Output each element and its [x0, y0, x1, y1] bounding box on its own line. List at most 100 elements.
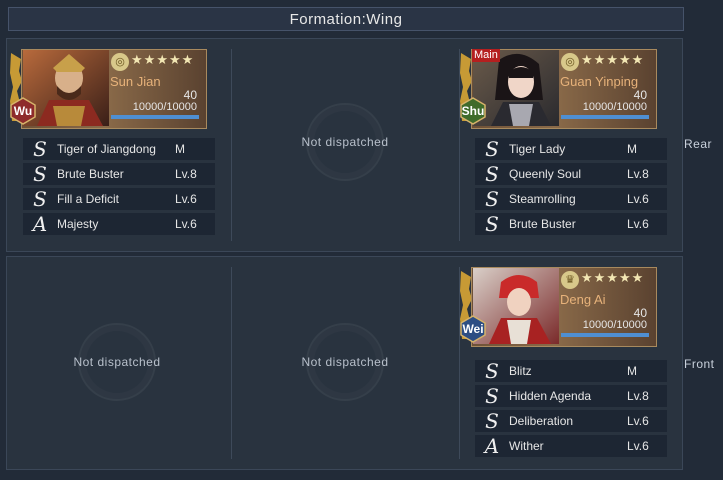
skill-grade: S: [33, 162, 47, 186]
star-rating: ★ ★ ★ ★ ★: [581, 53, 643, 67]
star-icon: ★: [606, 270, 618, 285]
general-level: 40: [633, 88, 647, 102]
skill-level: Lv.6: [175, 192, 197, 206]
row-label-front: Front: [684, 357, 715, 371]
general-level: 40: [633, 306, 647, 320]
skill-row[interactable]: S Fill a Deficit Lv.6: [23, 187, 215, 211]
troop-count: 10000/10000: [132, 101, 197, 113]
skill-level: Lv.8: [627, 167, 649, 181]
star-icon: ★: [581, 52, 593, 67]
main-badge: Main: [472, 49, 500, 62]
star-icon: ★: [593, 52, 606, 67]
rear-row-panel: Wu ◎ ★ ★ ★ ★ ★ Sun Jian 40 10000/10000 S Tige…: [6, 38, 683, 252]
star-icon: ★: [168, 52, 181, 67]
troop-count: 10000/10000: [582, 101, 647, 113]
slot-guan-yinping[interactable]: Main Shu ◎ ★ ★ ★ ★ ★ Guan Yinping 40 10000/1…: [459, 47, 679, 247]
skill-name: Queenly Soul: [509, 167, 582, 181]
troop-bar: [561, 333, 649, 337]
star-icon: ★: [593, 270, 606, 285]
troop-bar: [111, 115, 199, 119]
skill-grade: S: [33, 187, 47, 211]
skill-level: M: [627, 364, 637, 378]
star-icon: ★: [618, 270, 631, 285]
skill-grade: S: [485, 409, 499, 433]
skill-row[interactable]: S Queenly Soul Lv.8: [475, 162, 667, 186]
skill-list: S Tiger of Jiangdong M S Brute Buster Lv.8 S…: [23, 137, 215, 238]
faction-badge-wu: Wu: [9, 97, 37, 125]
general-name: Deng Ai: [560, 292, 606, 307]
slot-deng-ai[interactable]: Wei ♛ ★ ★ ★ ★ ★ Deng Ai 40 10000/10000 S Blit…: [459, 261, 679, 465]
skill-row[interactable]: S Tiger of Jiangdong M: [23, 137, 215, 161]
skill-grade: S: [485, 162, 499, 186]
skill-list: S Blitz M S Hidden Agenda Lv.8 S Deliberation…: [475, 359, 667, 460]
quality-orb-icon: ◎: [111, 53, 129, 71]
skill-name: Wither: [509, 439, 544, 453]
star-icon: ★: [181, 52, 194, 67]
skill-grade: A: [32, 212, 48, 236]
skill-name: Deliberation: [509, 414, 574, 428]
quality-crest-icon: ♛: [561, 271, 579, 289]
skill-row[interactable]: S Blitz M: [475, 359, 667, 383]
troop-bar: [561, 115, 649, 119]
star-icon: ★: [581, 270, 593, 285]
skill-row[interactable]: S Brute Buster Lv.8: [23, 162, 215, 186]
skill-grade: S: [485, 384, 499, 408]
skill-row[interactable]: S Steamrolling Lv.6: [475, 187, 667, 211]
skill-level: Lv.6: [175, 217, 197, 231]
general-card-sun-jian[interactable]: Wu ◎ ★ ★ ★ ★ ★ Sun Jian 40 10000/10000: [9, 49, 207, 129]
skill-level: Lv.6: [627, 217, 649, 231]
star-icon: ★: [156, 52, 168, 67]
star-rating: ★ ★ ★ ★ ★: [131, 53, 193, 67]
formation-title-bar: Formation:Wing: [8, 7, 684, 31]
troop-bar-fill: [561, 115, 649, 119]
skill-grade: S: [485, 137, 499, 161]
formation-title: Formation:Wing: [289, 10, 403, 28]
skill-row[interactable]: S Brute Buster Lv.6: [475, 212, 667, 236]
skill-name: Brute Buster: [509, 217, 576, 231]
skill-name: Majesty: [57, 217, 99, 231]
skill-row[interactable]: S Hidden Agenda Lv.8: [475, 384, 667, 408]
skill-row[interactable]: S Deliberation Lv.6: [475, 409, 667, 433]
star-icon: ★: [143, 52, 156, 67]
skill-grade: S: [485, 187, 499, 211]
star-icon: ★: [618, 52, 631, 67]
skill-row[interactable]: A Majesty Lv.6: [23, 212, 215, 236]
troop-bar-fill: [561, 333, 649, 337]
slot-divider: [231, 267, 232, 459]
slot-sun-jian[interactable]: Wu ◎ ★ ★ ★ ★ ★ Sun Jian 40 10000/10000 S Tige…: [7, 47, 227, 247]
empty-slot-label: Not dispatched: [301, 135, 389, 149]
skill-name: Fill a Deficit: [57, 192, 120, 206]
skill-name: Blitz: [509, 364, 532, 378]
skill-grade: A: [484, 434, 500, 458]
slot-divider: [231, 49, 232, 241]
skill-grade: S: [33, 137, 47, 161]
skill-row[interactable]: A Wither Lv.6: [475, 434, 667, 458]
star-icon: ★: [631, 52, 644, 67]
skill-name: Steamrolling: [509, 192, 576, 206]
general-card-guan-yinping[interactable]: Main Shu ◎ ★ ★ ★ ★ ★ Guan Yinping 40 10000/1…: [459, 49, 657, 129]
quality-orb-icon: ◎: [561, 53, 579, 71]
faction-badge-wei: Wei: [459, 315, 487, 343]
skill-row[interactable]: S Tiger Lady M: [475, 137, 667, 161]
general-name: Sun Jian: [110, 74, 161, 89]
skill-level: M: [627, 142, 637, 156]
skill-name: Hidden Agenda: [509, 389, 592, 403]
empty-slot[interactable]: Not dispatched: [7, 267, 227, 457]
general-level: 40: [183, 88, 197, 102]
skill-level: Lv.6: [627, 414, 649, 428]
general-card-deng-ai[interactable]: Wei ♛ ★ ★ ★ ★ ★ Deng Ai 40 10000/10000: [459, 267, 657, 347]
star-rating: ★ ★ ★ ★ ★: [581, 271, 643, 285]
empty-slot[interactable]: Not dispatched: [235, 47, 455, 237]
empty-slot-label: Not dispatched: [301, 355, 389, 369]
skill-list: S Tiger Lady M S Queenly Soul Lv.8 S Steamrol…: [475, 137, 667, 238]
skill-level: Lv.8: [175, 167, 197, 181]
skill-level: Lv.8: [627, 389, 649, 403]
empty-slot-label: Not dispatched: [73, 355, 161, 369]
general-name: Guan Yinping: [560, 74, 639, 89]
faction-badge-shu: Shu: [459, 97, 487, 125]
skill-level: Lv.6: [627, 192, 649, 206]
skill-name: Brute Buster: [57, 167, 124, 181]
skill-level: M: [175, 142, 185, 156]
empty-slot[interactable]: Not dispatched: [235, 267, 455, 457]
front-row-panel: Not dispatched Not dispatched Wei ♛ ★ ★ …: [6, 256, 683, 470]
